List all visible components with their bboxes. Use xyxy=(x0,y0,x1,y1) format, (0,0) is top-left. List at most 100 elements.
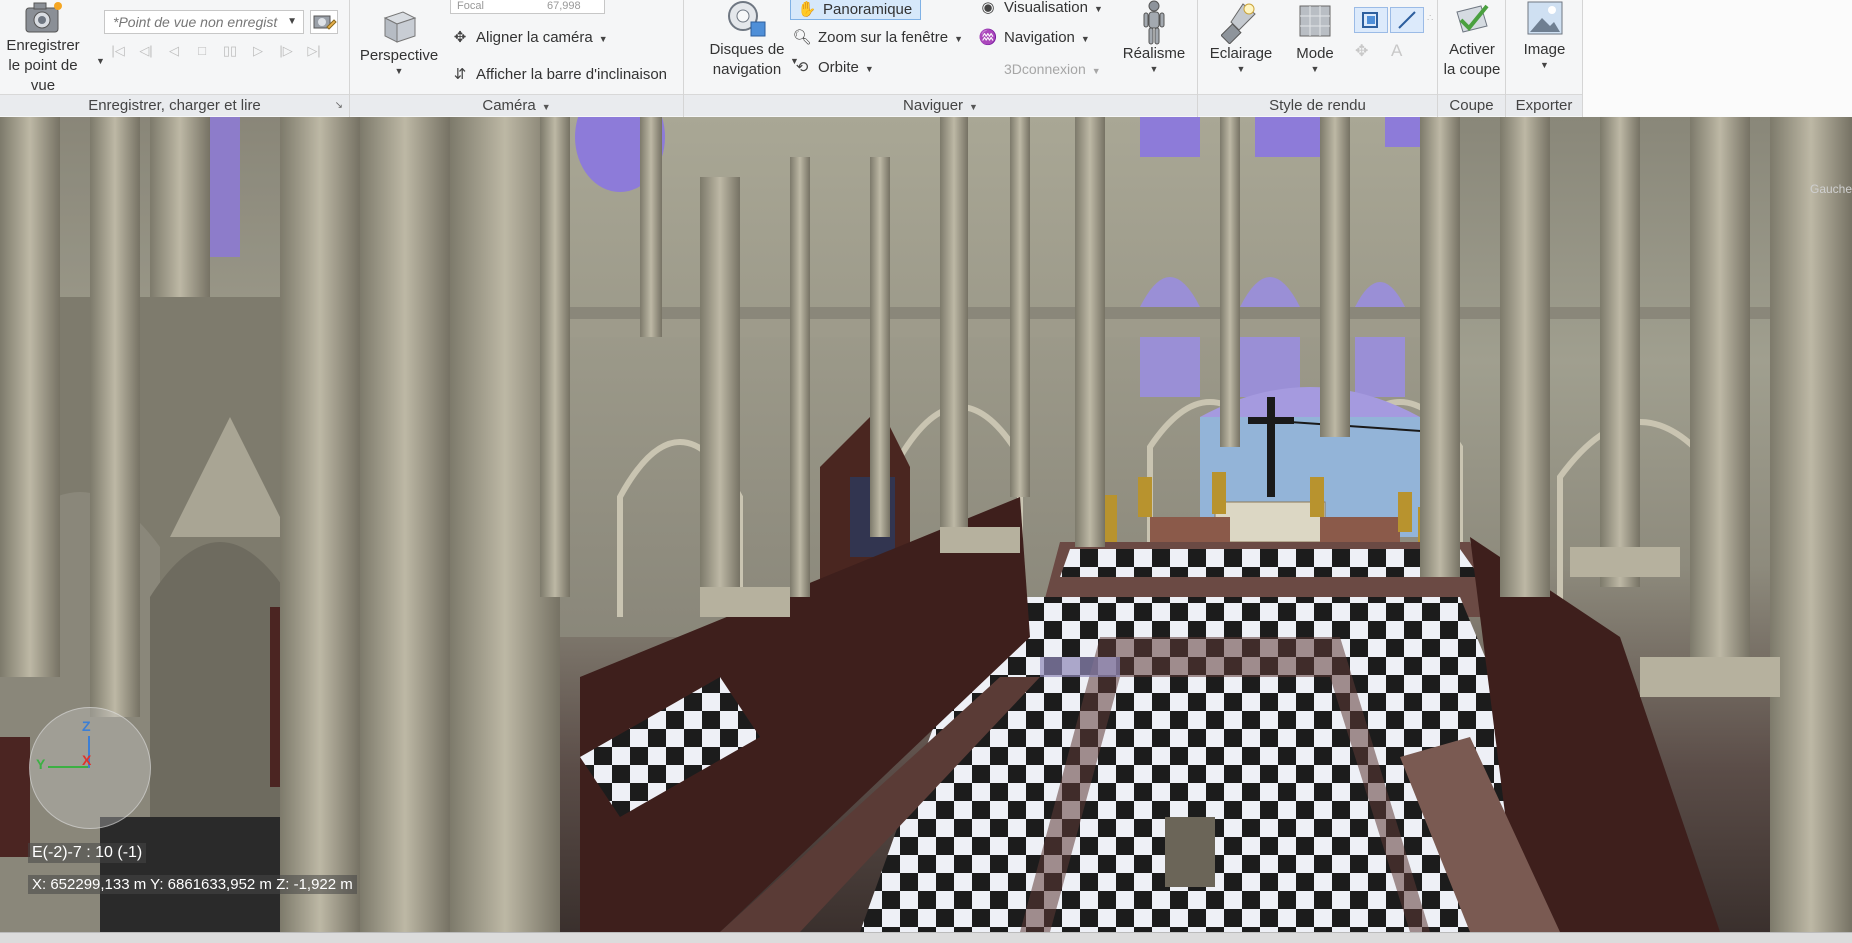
navigation-wheel-icon xyxy=(728,1,766,37)
points-icon: ∴ xyxy=(1427,13,1434,24)
viewpoint-combo[interactable]: *Point de vue non enregist ▼ xyxy=(104,10,304,34)
activate-section-button[interactable]: Activer la coupe xyxy=(1438,0,1506,80)
ribbon-empty-area xyxy=(1583,0,1852,117)
show-tilt-bar-button[interactable]: ⇵ Afficher la barre d'inclinaison xyxy=(450,64,667,86)
save-viewpoint-label-2: le point de vue xyxy=(8,57,78,94)
lighting-label: Eclairage xyxy=(1209,45,1273,62)
next-key-icon[interactable]: |▷ xyxy=(272,43,300,59)
edit-viewpoint-icon xyxy=(313,15,337,30)
eye-icon: ◉ xyxy=(981,0,995,16)
align-camera-label: Aligner la caméra xyxy=(476,29,593,46)
3dconnexion-button[interactable]: 3Dconnexion ▼ xyxy=(978,58,1101,80)
snap-points-toggle[interactable]: ✥ xyxy=(1354,40,1388,66)
cathedral-scene xyxy=(0,117,1852,932)
3dconnexion-label: 3Dconnexion xyxy=(1004,61,1086,77)
view-cube[interactable]: Gauche xyxy=(1762,172,1852,242)
hand-icon: ✋ xyxy=(797,1,817,18)
surfaces-toggle[interactable] xyxy=(1354,7,1388,33)
section-plane-icon xyxy=(1456,4,1489,33)
align-camera-icon: ✥ xyxy=(453,29,467,46)
panel-camera: Focal 67,998 Perspective ▼ ✥ Aligner la c… xyxy=(350,0,684,117)
flashlight-icon xyxy=(1221,3,1256,44)
surfaces-icon xyxy=(1362,12,1378,28)
focal-label: Focal xyxy=(457,0,484,12)
activate-section-label-2: la coupe xyxy=(1443,61,1501,78)
orbit-label: Orbite xyxy=(818,59,859,76)
panel-title-render-style-text: Style de rendu xyxy=(1269,97,1366,114)
orbit-button[interactable]: ⟲ Orbite ▼ xyxy=(792,57,874,79)
zoom-window-button[interactable]: 🔍︎ Zoom sur la fenêtre ▼ xyxy=(792,27,963,49)
chevron-down-icon: ▼ xyxy=(598,34,608,44)
lighting-button[interactable]: Eclairage ▼ xyxy=(1202,0,1280,74)
focal-field[interactable]: Focal 67,998 xyxy=(450,0,605,14)
navigation-label: Navigation xyxy=(1004,29,1075,46)
text-toggle[interactable]: A xyxy=(1390,40,1424,66)
first-frame-icon[interactable]: |◁ xyxy=(104,43,132,59)
viewpoint-combo-value: *Point de vue non enregist xyxy=(113,14,278,30)
perspective-button[interactable]: Perspective ▼ xyxy=(356,2,442,76)
lighting-dropdown-icon: ▼ xyxy=(1236,64,1246,74)
camera-icon xyxy=(25,2,62,33)
x-axis-label: X xyxy=(82,752,92,768)
chevron-down-icon: ▼ xyxy=(1093,4,1103,14)
mode-button[interactable]: Mode ▼ xyxy=(1282,0,1348,74)
image-icon xyxy=(1527,1,1562,35)
panel-launcher-icon[interactable]: ↘ xyxy=(335,95,343,117)
visualisation-label: Visualisation xyxy=(1004,0,1088,16)
show-tilt-bar-label: Afficher la barre d'inclinaison xyxy=(476,66,668,83)
edit-viewpoint-button[interactable] xyxy=(310,10,338,34)
play-icon[interactable]: ▷ xyxy=(244,43,272,59)
z-axis-label: Z xyxy=(82,718,91,734)
tilt-bar-icon: ⇵ xyxy=(453,66,467,83)
save-viewpoint-button[interactable]: Enregistrer le point de vue xyxy=(0,0,86,96)
mode-dropdown-icon: ▼ xyxy=(1310,64,1320,74)
prev-key-icon[interactable]: ◁| xyxy=(132,43,160,59)
export-image-dropdown-icon: ▼ xyxy=(1540,60,1549,70)
ribbon: Enregistrer le point de vue ▼ *Point de … xyxy=(0,0,1852,117)
last-frame-icon[interactable]: ▷| xyxy=(300,43,328,59)
pan-label: Panoramique xyxy=(823,1,913,18)
grid-location-readout: E(-2)-7 : 10 (-1) xyxy=(28,843,147,863)
text-icon: A xyxy=(1391,41,1403,60)
play-back-icon[interactable]: ◁ xyxy=(160,43,188,59)
panel-title-camera-text: Caméra xyxy=(482,97,536,114)
3d-viewport[interactable]: Gauche Z Y X E(-2)-7 : 10 (-1) X: 652299… xyxy=(0,117,1852,932)
chevron-down-icon: ▼ xyxy=(954,34,963,44)
navigation-button[interactable]: ♒ Navigation ▼ xyxy=(978,27,1090,49)
perspective-dropdown-icon: ▼ xyxy=(394,66,404,76)
visualisation-button[interactable]: ◉ Visualisation ▼ xyxy=(978,0,1103,19)
align-camera-button[interactable]: ✥ Aligner la caméra ▼ xyxy=(450,27,608,49)
footsteps-icon: ♒ xyxy=(978,29,998,46)
pause-icon[interactable]: ▯▯ xyxy=(216,43,244,59)
chevron-down-icon[interactable]: ▼ xyxy=(969,102,978,112)
panel-title-export: Exporter xyxy=(1506,94,1582,116)
lines-toggle[interactable] xyxy=(1390,7,1424,33)
perspective-cube-icon xyxy=(383,11,417,43)
export-image-button[interactable]: Image ▼ xyxy=(1506,0,1583,70)
realism-label: Réalisme xyxy=(1122,45,1186,62)
zoom-window-label: Zoom sur la fenêtre xyxy=(818,29,949,46)
panel-title-camera: Caméra ▼ xyxy=(350,94,683,116)
navigation-wheels-label-1: Disques de xyxy=(709,41,785,58)
mode-label: Mode xyxy=(1296,45,1334,62)
chevron-down-icon[interactable]: ▼ xyxy=(542,102,551,112)
panel-title-save-load-text: Enregistrer, charger et lire xyxy=(88,97,261,114)
focal-value: 67,998 xyxy=(547,0,581,12)
realism-dropdown-icon: ▼ xyxy=(1149,64,1159,74)
perspective-label: Perspective xyxy=(359,47,439,64)
stop-icon[interactable]: □ xyxy=(188,43,216,58)
panel-title-export-text: Exporter xyxy=(1515,97,1573,114)
navigation-wheels-button[interactable]: Disques de navigation xyxy=(694,0,800,80)
coordinates-readout: X: 652299,133 m Y: 6861633,952 m Z: -1,9… xyxy=(28,875,357,894)
panel-title-section-text: Coupe xyxy=(1449,97,1494,114)
realism-button[interactable]: Réalisme ▼ xyxy=(1114,0,1194,74)
panel-section: Activer la coupe Coupe xyxy=(1438,0,1506,117)
playback-controls: |◁ ◁| ◁ □ ▯▯ ▷ |▷ ▷| xyxy=(104,42,328,64)
walking-person-icon xyxy=(1143,0,1165,45)
chevron-down-icon: ▼ xyxy=(1091,66,1101,76)
panel-title-save-load: Enregistrer, charger et lire ↘ xyxy=(0,94,349,116)
panel-navigate: Disques de navigation ▼ ✋ Panoramique 🔍︎ Z… xyxy=(684,0,1198,117)
chevron-down-icon: ▼ xyxy=(287,16,297,27)
snap-points-icon: ✥ xyxy=(1355,43,1369,60)
pan-button[interactable]: ✋ Panoramique xyxy=(790,0,922,20)
